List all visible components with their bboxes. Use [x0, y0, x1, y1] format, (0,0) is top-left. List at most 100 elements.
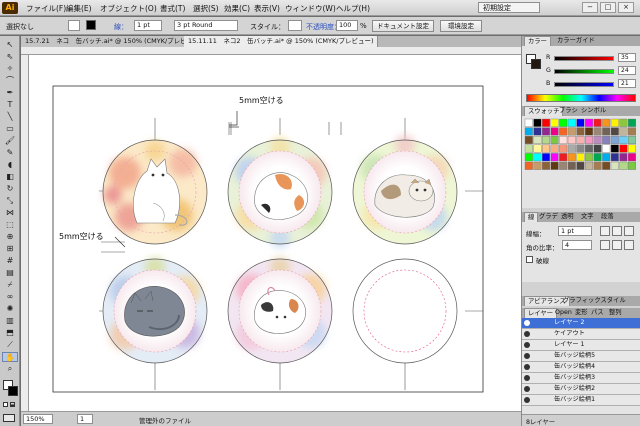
menu-file[interactable]: ファイル(F)	[26, 3, 66, 14]
corner-ratio-input[interactable]: 4	[562, 240, 592, 250]
swatch-chip[interactable]	[602, 136, 611, 145]
swatch-chip[interactable]	[567, 118, 576, 127]
graph-tool-icon[interactable]: ▥	[2, 316, 18, 326]
maximize-button[interactable]: □	[600, 2, 616, 13]
tab-pathfinder[interactable]: パス	[588, 308, 607, 318]
gradient-tool-icon[interactable]: ▤	[2, 268, 18, 278]
type-tool-icon[interactable]: T	[2, 100, 18, 110]
swatch-chip[interactable]	[533, 136, 542, 145]
badge-empty-template[interactable]	[352, 258, 458, 364]
zoom-field[interactable]: 150%	[23, 414, 53, 424]
visibility-eye-icon[interactable]	[524, 320, 530, 326]
slider-b[interactable]	[554, 82, 614, 87]
swatch-chip[interactable]	[550, 161, 559, 170]
swatch-chip[interactable]	[533, 161, 542, 170]
swatch-chip[interactable]	[559, 144, 568, 153]
swatch-chip[interactable]	[602, 118, 611, 127]
pencil-tool-icon[interactable]: ✎	[2, 148, 18, 158]
swatch-chip[interactable]	[559, 118, 568, 127]
swatch-chip[interactable]	[576, 153, 585, 162]
swatch-chip[interactable]	[542, 118, 551, 127]
swatch-chip[interactable]	[576, 127, 585, 136]
free-transform-tool-icon[interactable]: ⬚	[2, 220, 18, 230]
swatch-chip[interactable]	[627, 118, 636, 127]
badge-cat-calico-rolling[interactable]	[227, 257, 333, 364]
swatch-chip[interactable]	[602, 153, 611, 162]
swatch-chip[interactable]	[619, 127, 628, 136]
swatch-chip[interactable]	[542, 153, 551, 162]
swatch-chip[interactable]	[533, 118, 542, 127]
swatch-chip[interactable]	[593, 153, 602, 162]
color-spectrum-bar[interactable]	[526, 94, 636, 102]
swatch-chip[interactable]	[533, 127, 542, 136]
shape-builder-tool-icon[interactable]: ⊕	[2, 232, 18, 242]
slice-tool-icon[interactable]: ⟋	[2, 340, 18, 350]
swatch-chip[interactable]	[627, 153, 636, 162]
swatch-chip[interactable]	[585, 153, 594, 162]
swatch-chip[interactable]	[593, 127, 602, 136]
layer-row[interactable]: ケイアウト	[522, 329, 640, 340]
swatch-chip[interactable]	[533, 153, 542, 162]
swatch-chip[interactable]	[550, 153, 559, 162]
layer-row[interactable]: 缶バッジ絵柄2	[522, 384, 640, 395]
tab-color-guide[interactable]: カラーガイド	[554, 36, 598, 46]
dashed-line-checkbox[interactable]	[526, 256, 533, 263]
swatch-chip[interactable]	[585, 161, 594, 170]
menu-window[interactable]: ウィンドウ(W)	[285, 3, 336, 14]
swatch-chip[interactable]	[627, 161, 636, 170]
minimize-button[interactable]: −	[582, 2, 598, 13]
mesh-tool-icon[interactable]: #	[2, 256, 18, 266]
visibility-eye-icon[interactable]	[524, 342, 530, 348]
vertical-ruler[interactable]	[21, 55, 29, 411]
layer-row[interactable]: 缶バッジ絵柄1	[522, 395, 640, 406]
swatch-chip[interactable]	[627, 136, 636, 145]
menu-help[interactable]: ヘルプ(H)	[336, 3, 370, 14]
join-round-icon[interactable]	[612, 240, 622, 250]
cap-square-icon[interactable]	[624, 226, 634, 236]
tab-color[interactable]: カラー	[524, 36, 551, 46]
swatch-chip[interactable]	[542, 136, 551, 145]
visibility-eye-icon[interactable]	[524, 397, 530, 403]
visibility-eye-icon[interactable]	[524, 364, 530, 370]
brush-definition-field[interactable]: 3 pt Round	[174, 20, 238, 31]
swatch-chip[interactable]	[619, 161, 628, 170]
screen-mode-icon[interactable]	[3, 414, 15, 422]
cap-butt-icon[interactable]	[600, 226, 610, 236]
menu-object[interactable]: オブジェクト(O)	[100, 3, 157, 14]
swatch-chip[interactable]	[524, 127, 533, 136]
swatch-grid[interactable]	[522, 116, 640, 208]
stroke-weight-field[interactable]: 1 pt	[134, 20, 162, 31]
tab-symbols[interactable]: シンボル	[578, 106, 609, 116]
color-mode-icon[interactable]	[3, 402, 8, 407]
swatch-chip[interactable]	[524, 161, 533, 170]
swatch-chip[interactable]	[550, 118, 559, 127]
swatch-chip[interactable]	[567, 127, 576, 136]
swatch-chip[interactable]	[585, 118, 594, 127]
hand-tool-icon[interactable]: ✋	[2, 352, 18, 362]
swatch-chip[interactable]	[619, 136, 628, 145]
visibility-eye-icon[interactable]	[524, 331, 530, 337]
swatch-chip[interactable]	[524, 118, 533, 127]
preferences-button[interactable]: 環境設定	[440, 20, 482, 32]
menu-edit[interactable]: 編集(E)	[66, 3, 92, 14]
swatch-chip[interactable]	[524, 153, 533, 162]
swatch-chip[interactable]	[610, 136, 619, 145]
rotate-tool-icon[interactable]: ↻	[2, 184, 18, 194]
horizontal-ruler[interactable]	[21, 47, 521, 55]
tab-transparency[interactable]: 透明	[558, 212, 577, 222]
swatch-chip[interactable]	[542, 161, 551, 170]
swatch-chip[interactable]	[585, 136, 594, 145]
tab-document-2[interactable]: 15.11.11 ネコ2 缶バッチ.ai* @ 150% (CMYK/プレビュー…	[184, 36, 379, 47]
workspace-switcher[interactable]: 初期設定	[478, 2, 540, 13]
tab-character[interactable]: 文字	[578, 212, 597, 222]
artboard-canvas[interactable]: 5mm空ける 5mm空ける	[29, 55, 521, 411]
swatch-chip[interactable]	[593, 144, 602, 153]
swatch-chip[interactable]	[567, 153, 576, 162]
stroke-color-icon[interactable]	[8, 386, 18, 396]
swatch-chip[interactable]	[585, 144, 594, 153]
lasso-tool-icon[interactable]: ⌒	[2, 76, 18, 86]
swatch-chip[interactable]	[567, 136, 576, 145]
swatch-chip[interactable]	[610, 127, 619, 136]
width-tool-icon[interactable]: ⋈	[2, 208, 18, 218]
swatch-chip[interactable]	[559, 153, 568, 162]
